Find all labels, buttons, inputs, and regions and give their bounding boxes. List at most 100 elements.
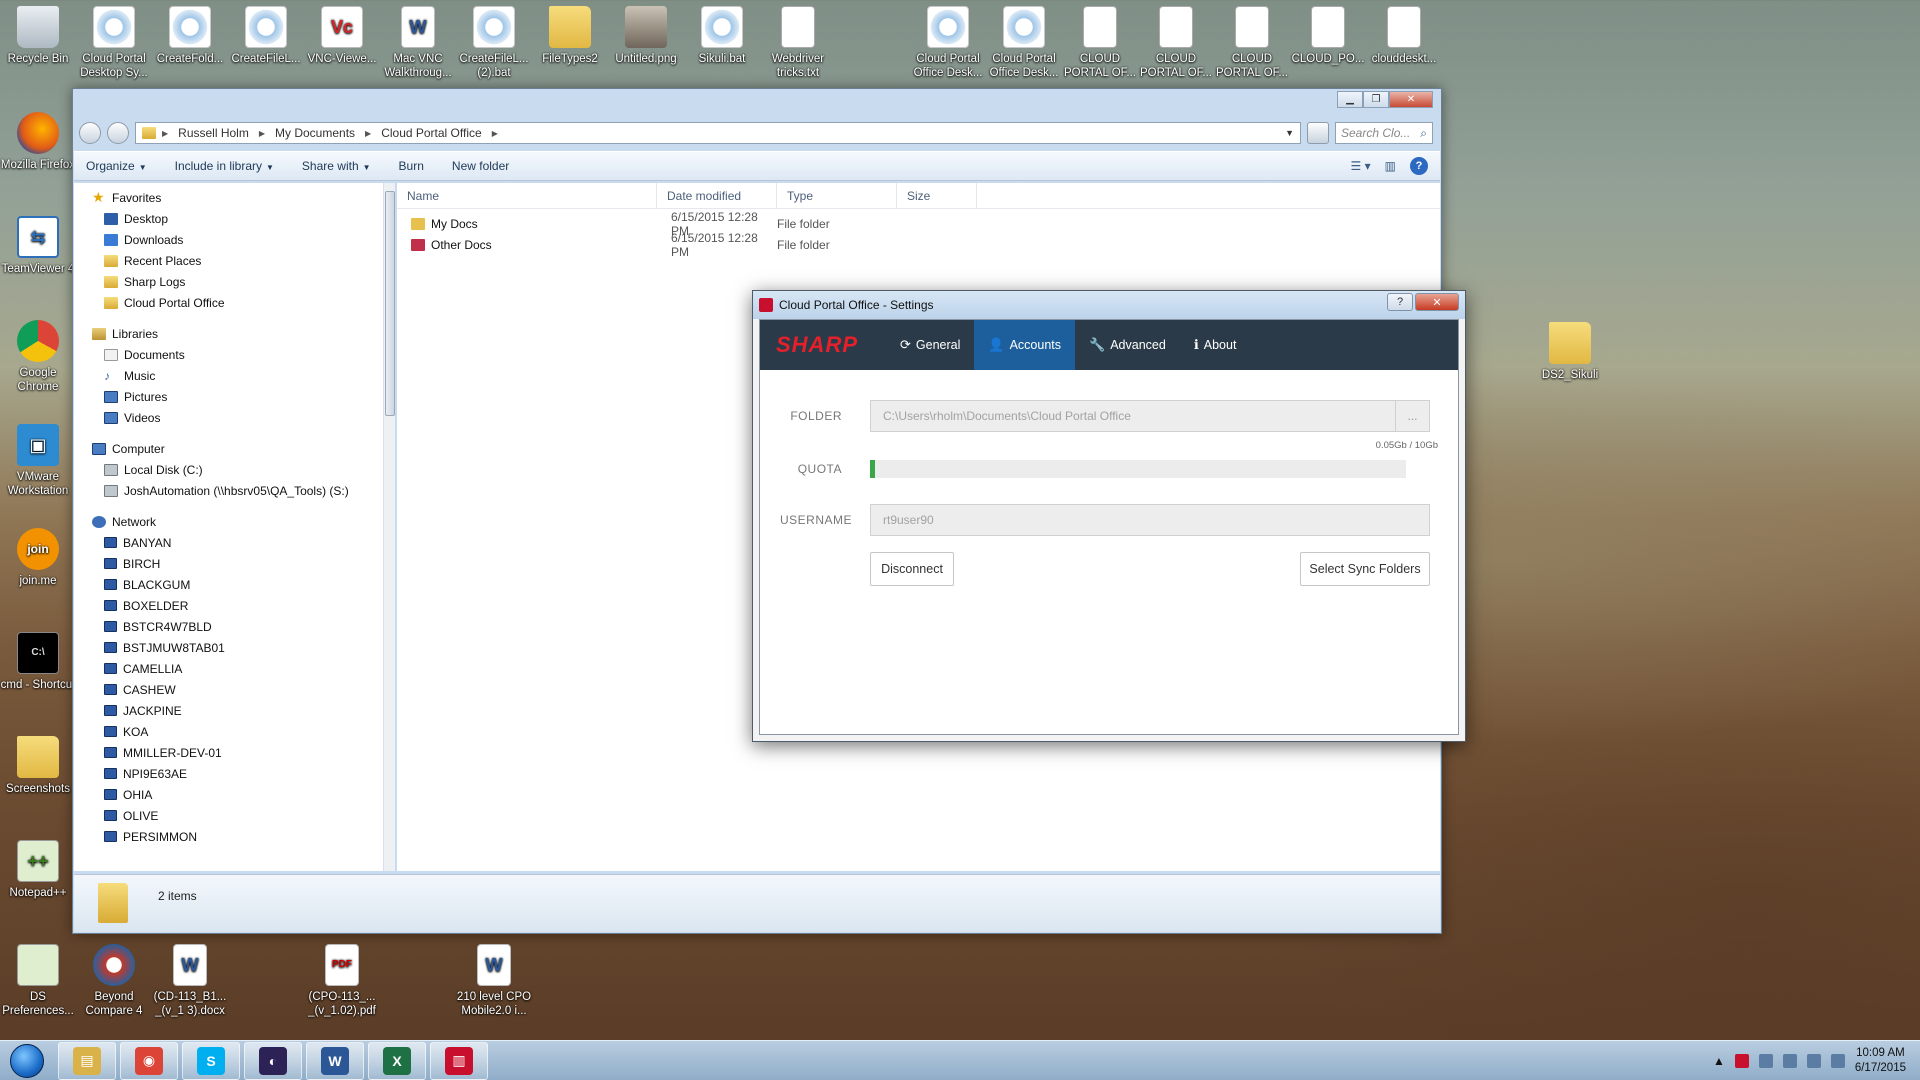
nav-item[interactable]: Desktop — [74, 208, 393, 229]
taskbar-chrome-button[interactable]: ◉ — [120, 1041, 178, 1080]
nav-item[interactable]: Libraries — [74, 323, 393, 344]
desktop-icon[interactable]: Cloud Portal Office Desk... — [910, 6, 986, 80]
taskbar-eclipse-button[interactable]: ◐ — [244, 1041, 302, 1080]
desktop-icon[interactable]: FileTypes2 — [532, 6, 608, 66]
desktop-icon[interactable]: Mozilla Firefox — [0, 112, 76, 172]
search-input[interactable]: Search Clo... ⌕ — [1335, 122, 1433, 144]
share-with-button[interactable]: Share with ▼ — [302, 159, 371, 173]
nav-item[interactable]: ♪ Music — [74, 365, 393, 386]
flag-icon[interactable] — [1758, 1053, 1773, 1068]
desktop-icon[interactable]: Cloud Portal Office Desk... — [986, 6, 1062, 80]
taskbar-excel-button[interactable]: X — [368, 1041, 426, 1080]
username-field[interactable]: rt9user90 — [870, 504, 1430, 536]
nav-item[interactable]: Documents — [74, 344, 393, 365]
tray-expand-icon[interactable]: ▲ — [1713, 1054, 1725, 1068]
power-icon[interactable] — [1782, 1053, 1797, 1068]
close-button[interactable]: ✕ — [1415, 293, 1459, 311]
tab-general[interactable]: ⟳ General — [886, 320, 974, 370]
tab-about[interactable]: ℹ About — [1180, 320, 1251, 370]
nav-item[interactable]: BLACKGUM — [74, 574, 393, 595]
taskbar-explorer-button[interactable]: ▤ — [58, 1041, 116, 1080]
desktop-icon[interactable]: CLOUD_PO... — [1290, 6, 1366, 66]
nav-item[interactable]: Recent Places — [74, 250, 393, 271]
organize-button[interactable]: Organize ▼ — [86, 159, 147, 173]
nav-item[interactable]: Videos — [74, 407, 393, 428]
maximize-button[interactable]: ❐ — [1363, 91, 1389, 108]
nav-item[interactable]: Cloud Portal Office — [74, 292, 393, 313]
desktop-icon[interactable]: CLOUD PORTAL OF... — [1214, 6, 1290, 80]
desktop-icon[interactable]: Screenshots — [0, 736, 76, 796]
taskbar-cloud-portal-button[interactable]: ▥ — [430, 1041, 488, 1080]
desktop-icon[interactable]: Cloud Portal Desktop Sy... — [76, 6, 152, 80]
help-button[interactable]: ? — [1387, 293, 1413, 311]
nav-scrollbar[interactable] — [383, 183, 395, 871]
tab-advanced[interactable]: 🔧 Advanced — [1075, 320, 1180, 370]
breadcrumb-item[interactable]: Russell Holm — [174, 126, 253, 140]
column-header-size[interactable]: Size — [897, 183, 977, 208]
column-header-date[interactable]: Date modified — [657, 183, 777, 208]
desktop-icon[interactable]: Webdriver tricks.txt — [760, 6, 836, 80]
network-icon[interactable] — [1806, 1053, 1821, 1068]
nav-item[interactable]: BOXELDER — [74, 595, 393, 616]
view-options-icon[interactable]: ☰ ▾ — [1351, 159, 1371, 173]
volume-icon[interactable] — [1830, 1053, 1845, 1068]
clock[interactable]: 10:09 AM 6/17/2015 — [1855, 1046, 1906, 1076]
column-header-name[interactable]: Name — [397, 183, 657, 208]
desktop-icon[interactable]: clouddeskt... — [1366, 6, 1442, 66]
desktop-icon[interactable]: join join.me — [0, 528, 76, 588]
desktop-icon-ds2-sikuli[interactable]: DS2_Sikuli — [1532, 322, 1608, 382]
desktop-icon[interactable]: Sikuli.bat — [684, 6, 760, 66]
nav-item[interactable]: PERSIMMON — [74, 826, 393, 847]
disconnect-button[interactable]: Disconnect — [870, 552, 954, 586]
desktop-icon[interactable]: ▣ VMware Workstation — [0, 424, 76, 498]
desktop-icon[interactable]: Vc VNC-Viewe... — [304, 6, 380, 66]
desktop-icon[interactable]: Recycle Bin — [0, 6, 76, 66]
breadcrumb-item[interactable]: My Documents — [271, 126, 359, 140]
nav-item[interactable]: Local Disk (C:) — [74, 459, 393, 480]
include-in-library-button[interactable]: Include in library ▼ — [175, 159, 274, 173]
desktop-icon[interactable]: W (CD-113_B1... _(v_1 3).docx — [152, 944, 228, 1018]
start-button[interactable] — [0, 1041, 54, 1080]
file-row[interactable]: Other Docs 6/15/2015 12:28 PM File folder — [397, 231, 1440, 259]
nav-item[interactable]: JACKPINE — [74, 700, 393, 721]
nav-item[interactable]: JoshAutomation (\\hbsrv05\QA_Tools) (S:) — [74, 480, 393, 501]
nav-item[interactable]: NPI9E63AE — [74, 763, 393, 784]
help-icon[interactable]: ? — [1410, 157, 1428, 175]
desktop-icon[interactable]: Untitled.png — [608, 6, 684, 66]
nav-item[interactable]: BANYAN — [74, 532, 393, 553]
nav-item[interactable]: MMILLER-DEV-01 — [74, 742, 393, 763]
forward-button[interactable] — [107, 122, 129, 144]
desktop-icon[interactable]: Beyond Compare 4 — [76, 944, 152, 1018]
desktop-icon[interactable]: CreateFileL... — [228, 6, 304, 66]
desktop-icon[interactable]: CLOUD PORTAL OF... — [1062, 6, 1138, 80]
chevron-down-icon[interactable]: ▼ — [1285, 128, 1300, 138]
folder-field[interactable]: C:\Users\rholm\Documents\Cloud Portal Of… — [870, 400, 1430, 432]
taskbar-word-button[interactable]: W — [306, 1041, 364, 1080]
close-button[interactable]: ✕ — [1389, 91, 1433, 108]
desktop-icon[interactable]: W Mac VNC Walkthroug... — [380, 6, 456, 80]
desktop-icon[interactable]: PDF (CPO-113_... _(v_1.02).pdf — [304, 944, 380, 1018]
taskbar-skype-button[interactable]: S — [182, 1041, 240, 1080]
desktop-icon[interactable]: CLOUD PORTAL OF... — [1138, 6, 1214, 80]
desktop-icon[interactable]: Google Chrome — [0, 320, 76, 394]
nav-item[interactable]: Pictures — [74, 386, 393, 407]
desktop-icon[interactable]: CreateFold... — [152, 6, 228, 66]
desktop-icon[interactable]: ⇆ TeamViewer 4 — [0, 216, 76, 276]
nav-item[interactable]: Network — [74, 511, 393, 532]
select-sync-folders-button[interactable]: Select Sync Folders — [1300, 552, 1430, 586]
nav-item[interactable]: CASHEW — [74, 679, 393, 700]
nav-item[interactable]: BIRCH — [74, 553, 393, 574]
browse-button[interactable]: ... — [1395, 401, 1429, 431]
cloud-portal-tray-icon[interactable] — [1734, 1053, 1749, 1068]
preview-pane-icon[interactable]: ▥ — [1385, 159, 1396, 173]
tab-accounts[interactable]: 👤 Accounts — [974, 320, 1076, 370]
refresh-button[interactable] — [1307, 122, 1329, 144]
desktop-icon[interactable]: CreateFileL... (2).bat — [456, 6, 532, 80]
nav-item[interactable]: Sharp Logs — [74, 271, 393, 292]
nav-item[interactable]: Downloads — [74, 229, 393, 250]
back-button[interactable] — [79, 122, 101, 144]
nav-item[interactable]: BSTCR4W7BLD — [74, 616, 393, 637]
scrollbar-thumb[interactable] — [385, 191, 395, 416]
nav-item[interactable]: OLIVE — [74, 805, 393, 826]
breadcrumb-item[interactable]: Cloud Portal Office — [377, 126, 486, 140]
